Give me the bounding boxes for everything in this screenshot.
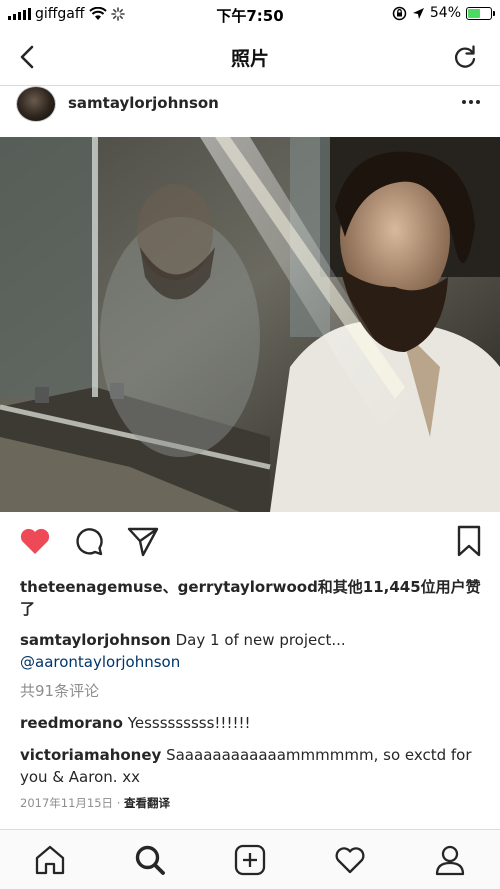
comment-icon[interactable]	[72, 524, 106, 558]
status-right: 54%	[392, 5, 495, 21]
comment-text: Yesssssssss!!!!!!	[122, 714, 251, 732]
view-all-comments-link[interactable]: 共91条评论	[20, 680, 99, 701]
avatar[interactable]	[16, 86, 56, 122]
post-date: 2017年11月15日	[20, 796, 114, 810]
comment: victoriamahoney Saaaaaaaaaaaammmmmm, so …	[20, 744, 488, 788]
refresh-icon[interactable]	[452, 44, 478, 70]
battery-percent: 54%	[429, 5, 461, 21]
comment-username[interactable]: reedmorano	[20, 714, 123, 732]
photo-illustration	[0, 137, 500, 512]
bottom-tab-bar	[0, 829, 500, 889]
bookmark-icon[interactable]	[452, 524, 486, 558]
likes-text[interactable]: theteenagemuse、gerrytaylorwood和其他11,445位…	[20, 576, 488, 620]
page-title: 照片	[230, 48, 269, 70]
more-options-icon[interactable]	[462, 100, 480, 104]
home-icon[interactable]	[33, 843, 67, 877]
caption-mention[interactable]: @aarontaylorjohnson	[20, 653, 180, 671]
post-photo[interactable]	[0, 137, 500, 512]
activity-heart-icon[interactable]	[333, 843, 367, 877]
location-icon	[412, 7, 424, 19]
battery-icon	[466, 6, 495, 20]
orientation-lock-icon	[392, 6, 407, 20]
share-icon[interactable]	[126, 524, 160, 558]
battery-fill	[468, 8, 480, 18]
meta-separator: ·	[113, 796, 125, 810]
status-bar: giffgaff 下午7:50 54%	[0, 0, 500, 28]
comment: reedmorano Yesssssssss!!!!!!	[20, 712, 488, 734]
search-icon[interactable]	[133, 843, 167, 877]
profile-icon[interactable]	[433, 843, 467, 877]
heart-icon[interactable]	[18, 524, 52, 558]
see-translation-link[interactable]: 查看翻译	[124, 796, 170, 810]
post-username[interactable]: samtaylorjohnson	[68, 94, 219, 112]
post-meta: 2017年11月15日 · 查看翻译	[20, 795, 170, 811]
post-header: samtaylorjohnson	[0, 86, 500, 134]
caption-text: Day 1 of new project...	[170, 631, 346, 649]
caption: samtaylorjohnson Day 1 of new project...…	[20, 629, 488, 673]
comment-username[interactable]: victoriamahoney	[20, 746, 161, 764]
action-bar	[0, 524, 500, 564]
add-icon[interactable]	[233, 843, 267, 877]
caption-username[interactable]: samtaylorjohnson	[20, 631, 171, 649]
nav-header: 照片	[0, 28, 500, 86]
